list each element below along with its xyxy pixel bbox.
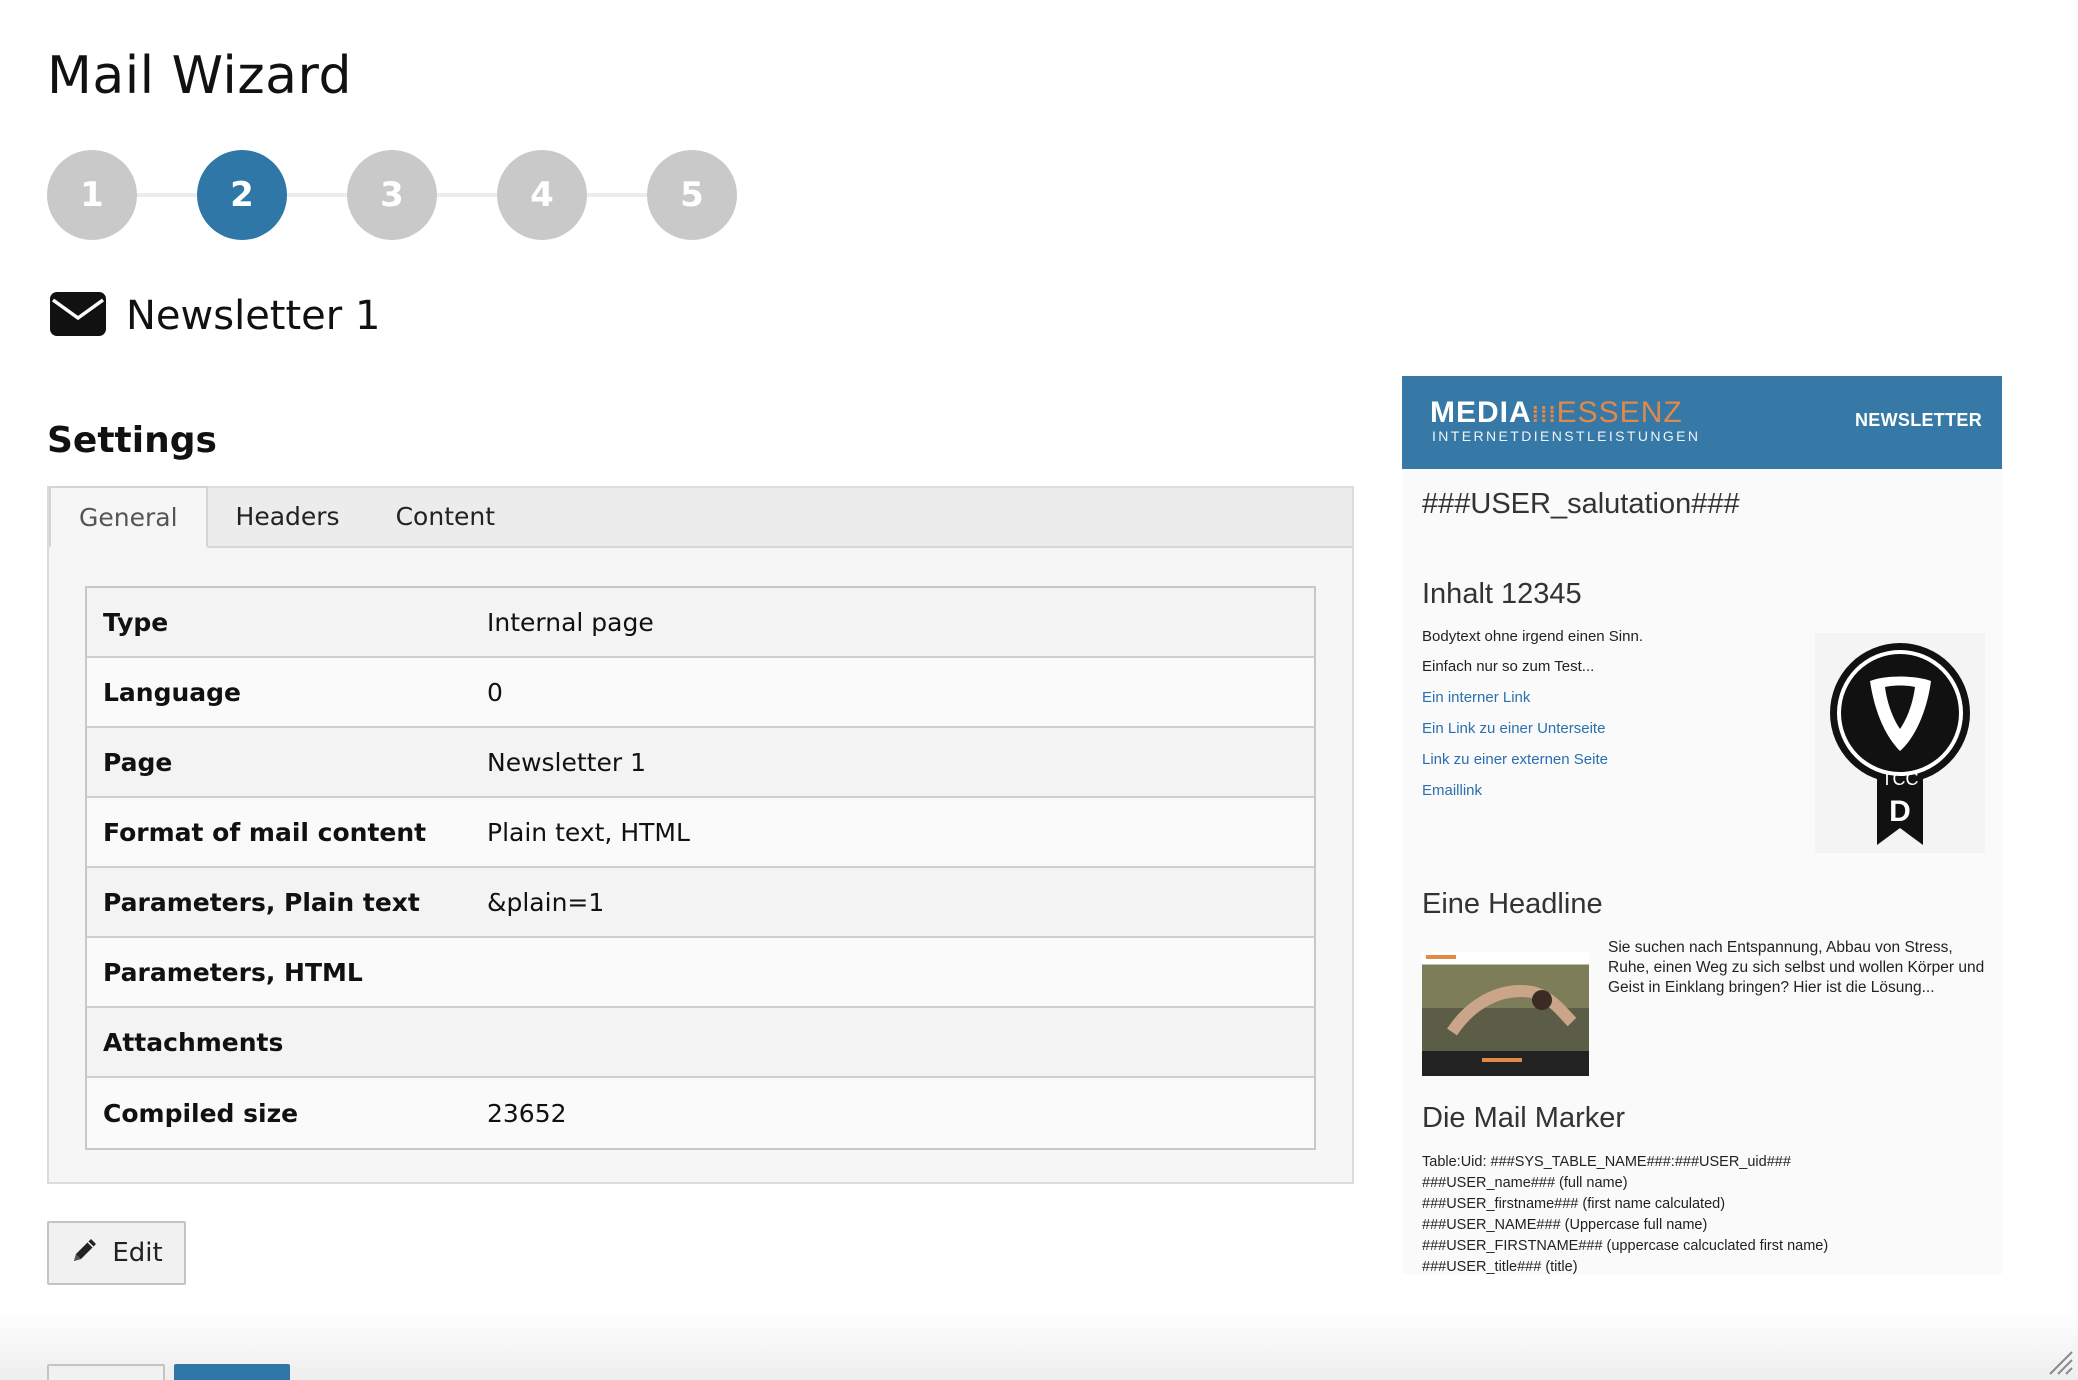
section-heading: Eine Headline	[1422, 888, 1603, 920]
row-key: Page	[103, 747, 173, 777]
brand-logo: MEDIA⁞⁞⁞ESSENZ	[1430, 398, 1683, 428]
brand-bold: MEDIA	[1430, 396, 1532, 429]
row-key: Compiled size	[103, 1098, 299, 1128]
row-value: Internal page	[487, 607, 654, 637]
newsletter-label: NEWSLETTER	[1855, 410, 1982, 430]
table-row: Parameters, HTML	[87, 938, 1314, 1008]
body-text: Bodytext ohne irgend einen Sinn.	[1422, 628, 1643, 645]
table-row: Type Internal page	[87, 588, 1314, 658]
marker-line: Table:Uid: ###SYS_TABLE_NAME###:###USER_…	[1422, 1154, 1791, 1170]
row-key: Type	[103, 607, 169, 637]
brand-tagline: INTERNETDIENSTLEISTUNGEN	[1432, 428, 1701, 444]
brand-dots: ⁞⁞⁞	[1531, 402, 1557, 427]
edit-button[interactable]: Edit	[47, 1221, 186, 1285]
step-3[interactable]: 3	[347, 150, 437, 240]
settings-title: Settings	[47, 420, 217, 461]
badge-text: TCC	[1882, 769, 1919, 789]
pencil-icon	[70, 1235, 112, 1272]
marker-line: ###USER_NAME### (Uppercase full name)	[1422, 1217, 1708, 1233]
next-button[interactable]	[174, 1364, 290, 1380]
table-row: Compiled size 23652	[87, 1078, 1314, 1148]
marker-line: ###USER_title### (title)	[1422, 1259, 1578, 1274]
row-key: Language	[103, 677, 242, 707]
preview-header: MEDIA⁞⁞⁞ESSENZ INTERNETDIENSTLEISTUNGEN …	[1402, 376, 2002, 469]
step-4[interactable]: 4	[497, 150, 587, 240]
badge-letter: D	[1889, 795, 1911, 828]
mail-header: Newsletter 1	[50, 292, 380, 340]
settings-tabbar: General Headers Content	[49, 486, 1352, 548]
marker-line: ###USER_firstname### (first name calcula…	[1422, 1196, 1726, 1212]
table-row: Attachments	[87, 1008, 1314, 1078]
section-heading: Die Mail Marker	[1422, 1102, 1626, 1134]
table-row: Page Newsletter 1	[87, 728, 1314, 798]
section-heading: Inhalt 12345	[1422, 578, 1582, 610]
table-row: Language 0	[87, 658, 1314, 728]
body-text: Einfach nur so zum Test...	[1422, 658, 1595, 675]
resize-grip-icon[interactable]	[2046, 1348, 2074, 1376]
step-2[interactable]: 2	[197, 150, 287, 240]
settings-panel: General Headers Content Type Internal pag…	[47, 486, 1354, 1184]
row-value: &plain=1	[487, 887, 605, 917]
row-key: Parameters, HTML	[103, 957, 363, 987]
row-key: Attachments	[103, 1027, 284, 1057]
marker-line: ###USER_name### (full name)	[1422, 1175, 1628, 1191]
edit-label: Edit	[112, 1238, 163, 1268]
tab-content[interactable]: Content	[368, 486, 523, 546]
row-value: Plain text, HTML	[487, 817, 690, 847]
preview-link[interactable]: Emaillink	[1422, 782, 1482, 799]
preview-link[interactable]: Ein interner Link	[1422, 689, 1530, 706]
tcc-badge-icon: TCC D	[1815, 633, 1985, 853]
footer-bar	[0, 1310, 2078, 1380]
preview-link[interactable]: Link zu einer externen Seite	[1422, 751, 1608, 768]
tab-headers[interactable]: Headers	[208, 486, 368, 546]
row-key: Format of mail content	[103, 817, 427, 847]
step-1[interactable]: 1	[47, 150, 137, 240]
tab-general[interactable]: General	[49, 486, 208, 548]
row-value: 23652	[487, 1098, 567, 1128]
envelope-icon	[50, 292, 106, 340]
marker-list: Table:Uid: ###SYS_TABLE_NAME###:###USER_…	[1422, 1152, 1828, 1274]
table-row: Parameters, Plain text &plain=1	[87, 868, 1314, 938]
row-value: 0	[487, 677, 503, 707]
back-button[interactable]	[47, 1364, 165, 1380]
preview-link[interactable]: Ein Link zu einer Unterseite	[1422, 720, 1605, 737]
marker-line: ###USER_FIRSTNAME### (uppercase calcucla…	[1422, 1238, 1829, 1254]
article-image	[1422, 952, 1589, 1076]
settings-table: Type Internal page Language 0 Page Newslett…	[85, 586, 1316, 1150]
mail-preview: MEDIA⁞⁞⁞ESSENZ INTERNETDIENSTLEISTUNGEN …	[1402, 376, 2002, 1274]
wizard-stepper: 1 2 3 4 5	[47, 150, 737, 240]
page-title: Mail Wizard	[47, 46, 353, 106]
step-5[interactable]: 5	[647, 150, 737, 240]
mail-title: Newsletter 1	[126, 293, 381, 339]
article-teaser: Sie suchen nach Entspannung, Abbau von S…	[1608, 939, 1985, 996]
salutation: ###USER_salutation###	[1422, 488, 1740, 520]
brand-light: ESSENZ	[1556, 396, 1683, 429]
row-key: Parameters, Plain text	[103, 887, 420, 917]
table-row: Format of mail content Plain text, HTML	[87, 798, 1314, 868]
row-value: Newsletter 1	[487, 747, 646, 777]
